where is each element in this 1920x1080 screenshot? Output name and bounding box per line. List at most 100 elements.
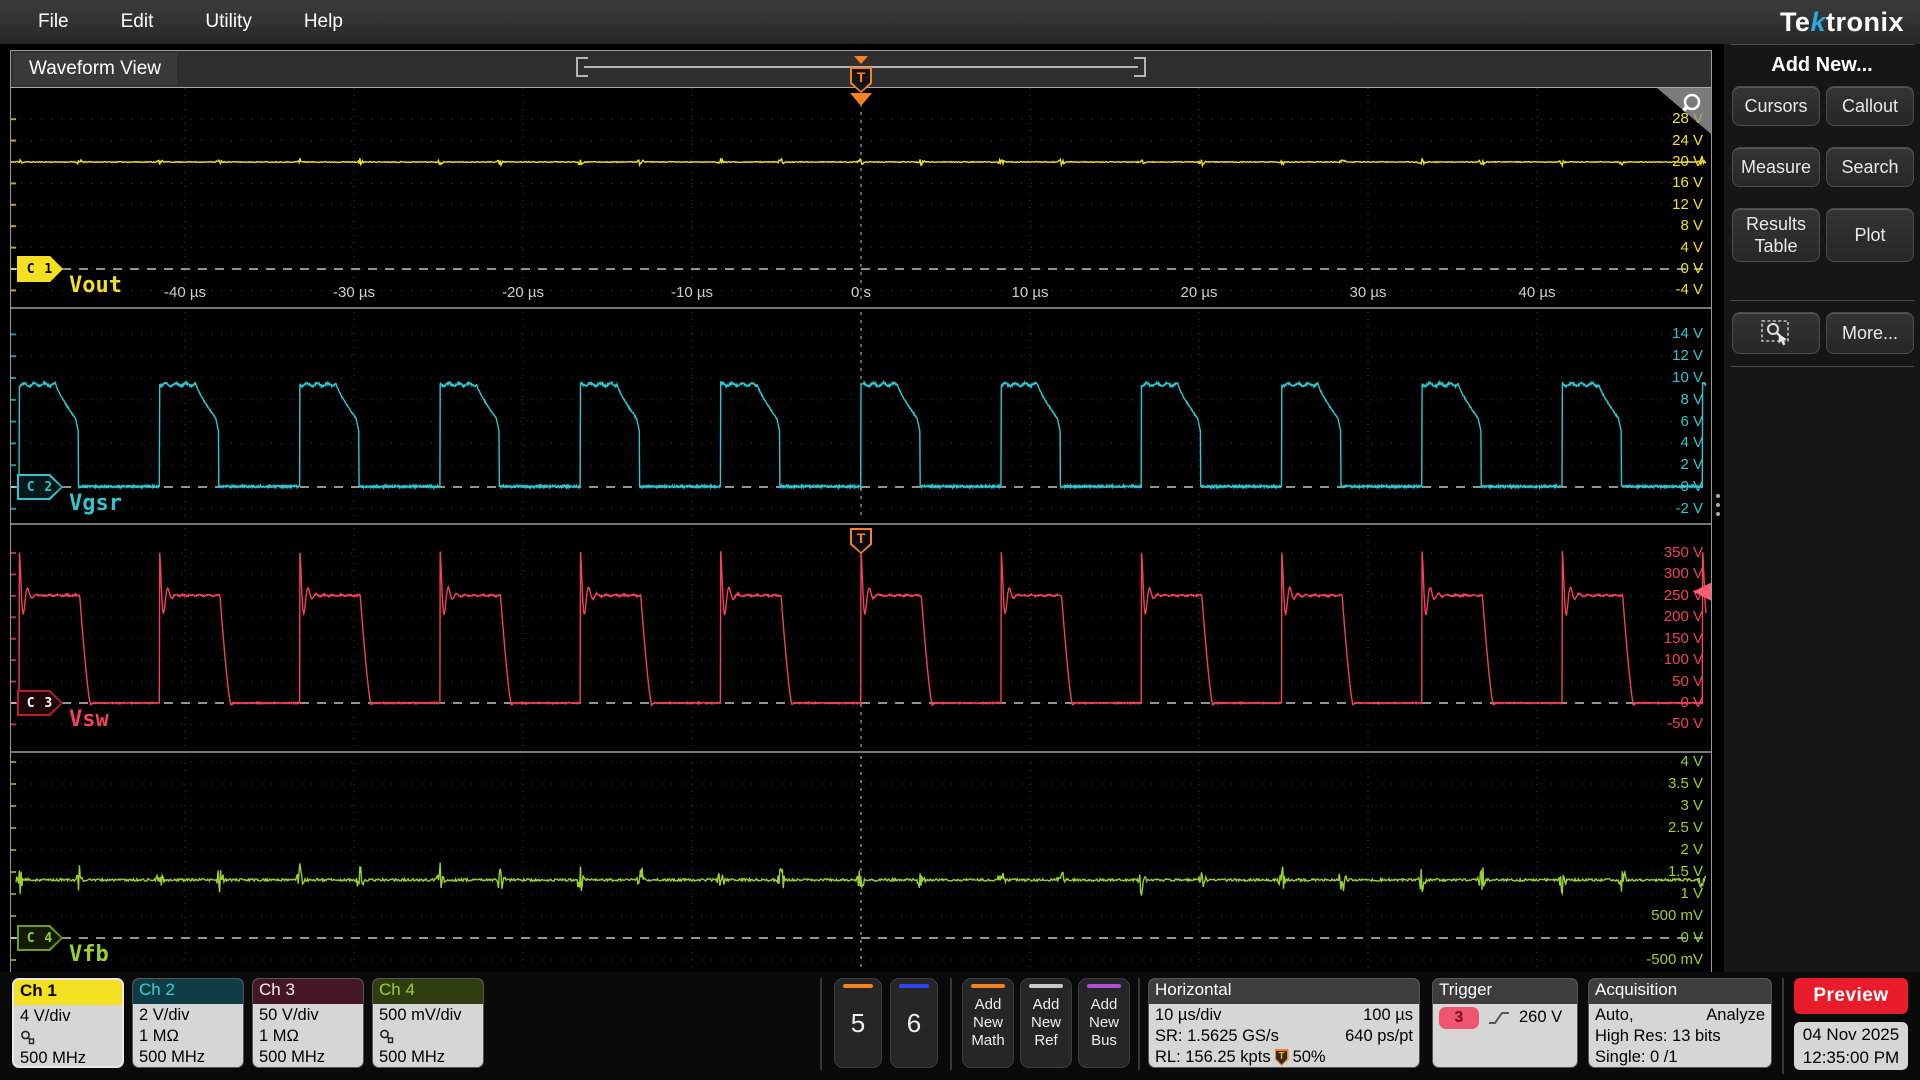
time-axis-label: 10 µs (995, 284, 1065, 301)
cursors-button[interactable]: Cursors (1732, 86, 1820, 126)
scale-label: 20 V (1672, 153, 1703, 170)
bottom-bar-separator (950, 978, 952, 1070)
waveform-canvas-ch2[interactable] (11, 312, 1711, 520)
waveform-view-tab[interactable]: Waveform View (13, 53, 177, 85)
channel-label-vfb[interactable]: Vfb (69, 942, 109, 967)
scale-label: 200 V (1664, 608, 1703, 625)
channel-label-vgsr[interactable]: Vgsr (69, 491, 122, 516)
ch1-bandwidth: 500 MHz (20, 1048, 116, 1068)
view-tab-5[interactable]: 5 (834, 978, 882, 1068)
add-new-ref-button[interactable]: AddNewRef (1020, 978, 1072, 1068)
waveform-canvas-ch3[interactable] (11, 528, 1711, 748)
scale-label: 300 V (1664, 565, 1703, 582)
time-axis-label: -40 µs (150, 284, 220, 301)
trigger-badge[interactable]: Trigger 3 260 V (1432, 978, 1578, 1068)
ch2-impedance: 1 MΩ (139, 1026, 237, 1047)
scale-label: -2 V (1675, 500, 1703, 517)
ch2-vdiv: 2 V/div (139, 1005, 237, 1026)
channel-label-vsw[interactable]: Vsw (69, 707, 109, 732)
menu-help[interactable]: Help (294, 11, 353, 33)
panel-divider (1730, 300, 1914, 301)
ch3-vdiv: 50 V/div (259, 1005, 357, 1026)
sample-rate: SR: 1.5625 GS/s (1155, 1026, 1279, 1047)
date-label: 04 Nov 2025 (1803, 1023, 1899, 1046)
scale-label: 14 V (1672, 325, 1703, 342)
menu-utility[interactable]: Utility (195, 11, 261, 33)
channel-1-badge[interactable]: Ch 1 4 V/div 500 MHz (12, 978, 124, 1068)
panel-splitter-handle[interactable] (1716, 494, 1720, 516)
trigger-position-percent: 50% (1293, 1047, 1326, 1068)
bottom-bar: Ch 1 4 V/div 500 MHz Ch 2 2 V/div 1 MΩ 5… (0, 972, 1920, 1080)
scale-label: 0 V (1680, 478, 1703, 495)
plot-button[interactable]: Plot (1826, 208, 1914, 262)
acquisition-analyze: Analyze (1706, 1005, 1765, 1026)
scale-label: 24 V (1672, 132, 1703, 149)
acquisition-title: Acquisition (1589, 979, 1771, 1004)
results-table-button[interactable]: Results Table (1732, 208, 1820, 262)
view-tab-6-label: 6 (907, 1008, 921, 1039)
channel-label-vout[interactable]: Vout (69, 273, 122, 298)
probe-icon (20, 1027, 116, 1048)
preview-button[interactable]: Preview (1794, 978, 1908, 1014)
tab-stripe (843, 984, 873, 988)
add-new-bus-button[interactable]: AddNewBus (1078, 978, 1130, 1068)
slice-divider[interactable] (11, 520, 1711, 528)
horizontal-position-indicator[interactable]: T (576, 51, 1146, 87)
callout-button[interactable]: Callout (1826, 86, 1914, 126)
scale-label: 4 V (1680, 434, 1703, 451)
waveform-view-header: Waveform View T (11, 51, 1711, 88)
trigger-source-pill: 3 (1439, 1007, 1479, 1029)
ch4-bandwidth: 500 MHz (379, 1047, 477, 1068)
menu-edit[interactable]: Edit (111, 11, 164, 33)
horizontal-scale: 10 µs/div (1155, 1005, 1221, 1026)
time-axis-label: 20 µs (1164, 284, 1234, 301)
channel-3-badge[interactable]: Ch 3 50 V/div 1 MΩ 500 MHz (252, 978, 364, 1068)
slice-divider[interactable] (11, 748, 1711, 756)
scale-label: 0 V (1680, 260, 1703, 277)
search-button[interactable]: Search (1826, 147, 1914, 187)
acquisition-badge[interactable]: Acquisition Auto,Analyze High Res: 13 bi… (1588, 978, 1772, 1068)
scale-label: 4 V (1680, 756, 1703, 770)
time-axis-label: 30 µs (1333, 284, 1403, 301)
scale-label: 3 V (1680, 797, 1703, 814)
scale-label: 16 V (1672, 174, 1703, 191)
scale-label: 12 V (1672, 196, 1703, 213)
menu-file[interactable]: File (28, 11, 79, 33)
channel-3-title: Ch 3 (253, 979, 363, 1004)
slice-divider[interactable] (11, 304, 1711, 312)
measure-button[interactable]: Measure (1732, 147, 1820, 187)
channel-slice-vout: C 1 Vout -40 µs-30 µs-20 µs-10 µs0 s10 µ… (11, 88, 1711, 304)
channel-slice-vgsr: C 2 Vgsr 14 V12 V10 V8 V6 V4 V2 V0 V-2 V (11, 312, 1711, 520)
scale-label: 0 V (1680, 929, 1703, 946)
acquisition-mode: Auto, (1595, 1005, 1634, 1026)
time-axis-label: -30 µs (319, 284, 389, 301)
scale-label: 1.5 V (1668, 863, 1703, 880)
add-new-math-button[interactable]: AddNewMath (962, 978, 1014, 1068)
ch2-bandwidth: 500 MHz (139, 1047, 237, 1068)
time-label: 12:35:00 PM (1803, 1046, 1899, 1069)
waveform-canvas-ch4[interactable] (11, 756, 1711, 974)
zoom-region-tool-button[interactable] (1732, 312, 1820, 354)
ch3-impedance: 1 MΩ (259, 1026, 357, 1047)
view-tab-5-label: 5 (851, 1008, 865, 1039)
scale-label: 4 V (1680, 239, 1703, 256)
button-stripe (1087, 984, 1121, 988)
more-button[interactable]: More... (1826, 312, 1914, 354)
waveform-canvas-ch1[interactable] (11, 88, 1711, 304)
tab-stripe (899, 984, 929, 988)
view-tab-6[interactable]: 6 (890, 978, 938, 1068)
channel-4-badge[interactable]: Ch 4 500 mV/div 500 MHz (372, 978, 484, 1068)
time-axis-label: 40 µs (1502, 284, 1572, 301)
button-stripe (971, 984, 1005, 988)
channel-2-badge[interactable]: Ch 2 2 V/div 1 MΩ 500 MHz (132, 978, 244, 1068)
bottom-bar-separator (1782, 978, 1784, 1074)
datetime-display: 04 Nov 2025 12:35:00 PM (1794, 1022, 1908, 1070)
record-length: RL: 156.25 kpts (1155, 1047, 1271, 1068)
acquisition-single: Single: 0 /1 (1595, 1047, 1678, 1068)
scale-label: 8 V (1680, 217, 1703, 234)
time-axis-label: -10 µs (657, 284, 727, 301)
scale-label: 0 V (1680, 694, 1703, 711)
channel-slice-vsw: T C 3 Vsw 350 V300 V250 V200 V150 V100 V… (11, 528, 1711, 748)
hpos-bracket-left (576, 57, 588, 77)
horizontal-badge[interactable]: Horizontal 10 µs/div100 µs SR: 1.5625 GS… (1148, 978, 1420, 1068)
